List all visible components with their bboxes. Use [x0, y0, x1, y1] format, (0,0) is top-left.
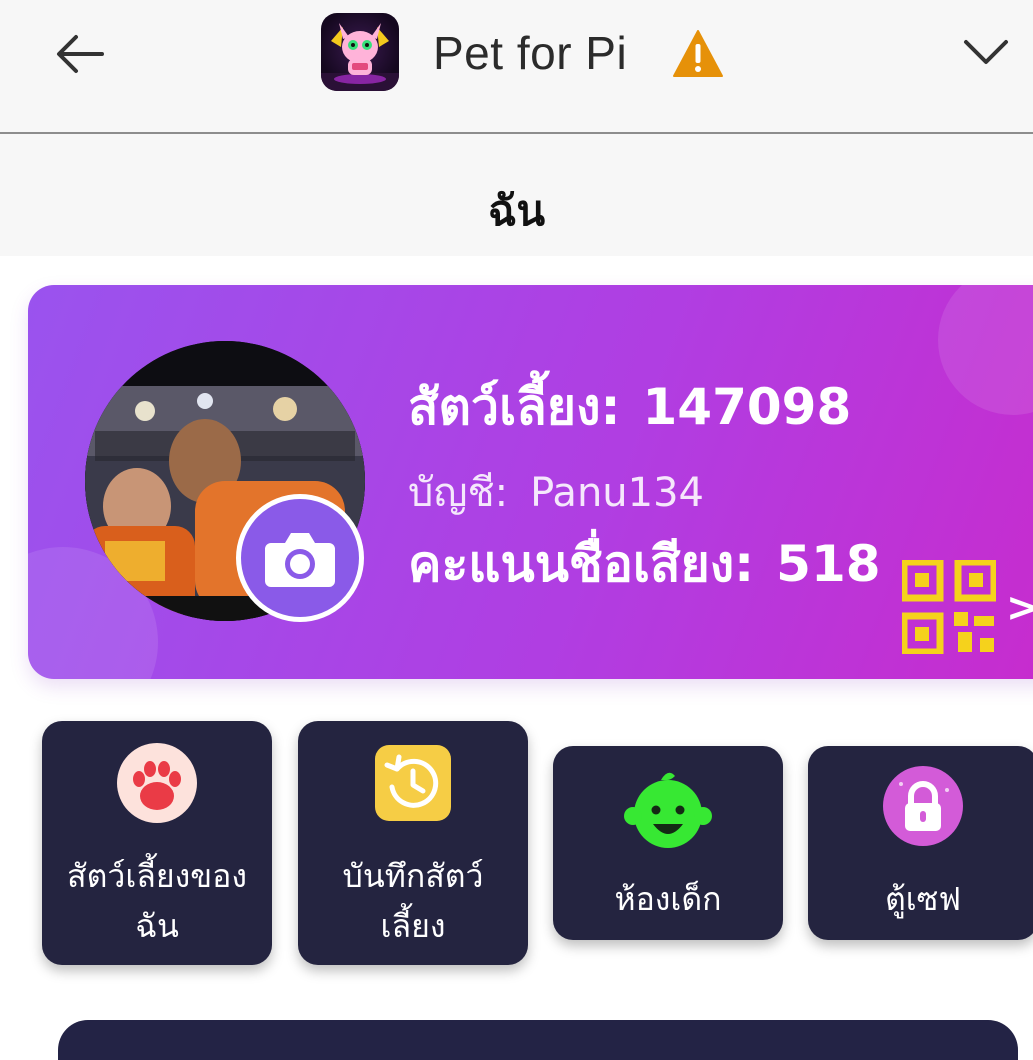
pet-records-label-line2: เลี้ยง — [380, 907, 446, 945]
pet-monster-logo-icon — [321, 13, 399, 91]
safe-box-tile[interactable]: ตู้เซฟ — [808, 746, 1033, 940]
pet-id-value: 147098 — [642, 378, 852, 436]
account-row: บัญชี: Panu134 — [408, 460, 704, 524]
pet-records-label-line1: บันทึกสัตว์ — [342, 857, 484, 895]
reputation-label: คะแนนชื่อเสียง: — [408, 535, 755, 593]
my-pets-label-line2: ฉัน — [135, 907, 179, 945]
change-avatar-button[interactable] — [236, 494, 364, 622]
pet-records-tile[interactable]: บันทึกสัตว์ เลี้ยง — [298, 721, 528, 965]
baby-face-icon — [624, 772, 712, 848]
page-title: ฉัน — [487, 186, 546, 235]
account-value: Panu134 — [530, 470, 704, 516]
decor-circle — [938, 285, 1033, 415]
kids-room-tile[interactable]: ห้องเด็ก — [553, 746, 783, 940]
reputation-value: 518 — [776, 535, 881, 593]
arrow-left-icon[interactable] — [50, 28, 110, 80]
pet-id-label: สัตว์เลี้ยง: — [408, 378, 621, 436]
my-pets-label-line1: สัตว์เลี้ยงของ — [67, 857, 247, 895]
kids-room-label: ห้องเด็ก — [614, 880, 722, 918]
reputation-row: คะแนนชื่อเสียง: 518 — [408, 525, 881, 604]
app-bar: Pet for Pi — [0, 0, 1033, 134]
my-pets-tile[interactable]: สัตว์เลี้ยงของ ฉัน — [42, 721, 272, 965]
qr-code-icon[interactable] — [902, 560, 996, 654]
paw-icon — [117, 743, 197, 823]
safe-box-label: ตู้เซฟ — [884, 880, 962, 918]
warning-triangle-icon — [673, 30, 723, 77]
camera-icon — [265, 533, 335, 587]
lock-icon — [883, 766, 963, 846]
next-section-card — [58, 1020, 1018, 1060]
qr-arrow-icon[interactable]: > — [1006, 585, 1033, 631]
history-clock-icon — [375, 745, 451, 821]
pet-id-row: สัตว์เลี้ยง: 147098 — [408, 368, 851, 447]
app-name: Pet for Pi — [433, 27, 628, 79]
account-label: บัญชี: — [408, 470, 509, 516]
chevron-down-icon[interactable] — [960, 32, 1012, 72]
